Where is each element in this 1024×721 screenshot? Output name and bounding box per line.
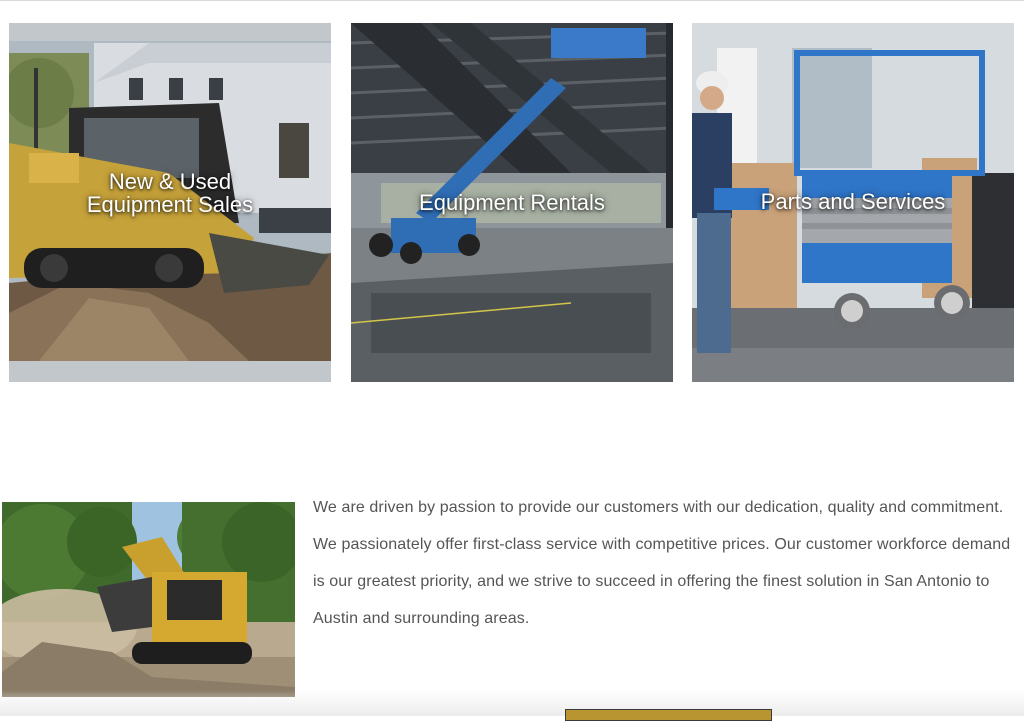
- top-divider: [0, 0, 1024, 1]
- equipment-rentals-photo: [351, 23, 673, 382]
- card-equipment-sales[interactable]: New & Used Equipment Sales: [9, 23, 331, 382]
- parts-services-photo: [692, 23, 1014, 382]
- card-parts-services[interactable]: Parts and Services: [692, 23, 1014, 382]
- bottom-fade: [0, 690, 1024, 716]
- about-photo: [2, 502, 295, 697]
- about-paragraph: We are driven by passion to provide our …: [313, 499, 1011, 627]
- equipment-sales-photo: [9, 23, 331, 382]
- cta-button[interactable]: [565, 709, 772, 721]
- card-equipment-rentals[interactable]: Equipment Rentals: [351, 23, 673, 382]
- skid-steer-photo: [2, 502, 295, 697]
